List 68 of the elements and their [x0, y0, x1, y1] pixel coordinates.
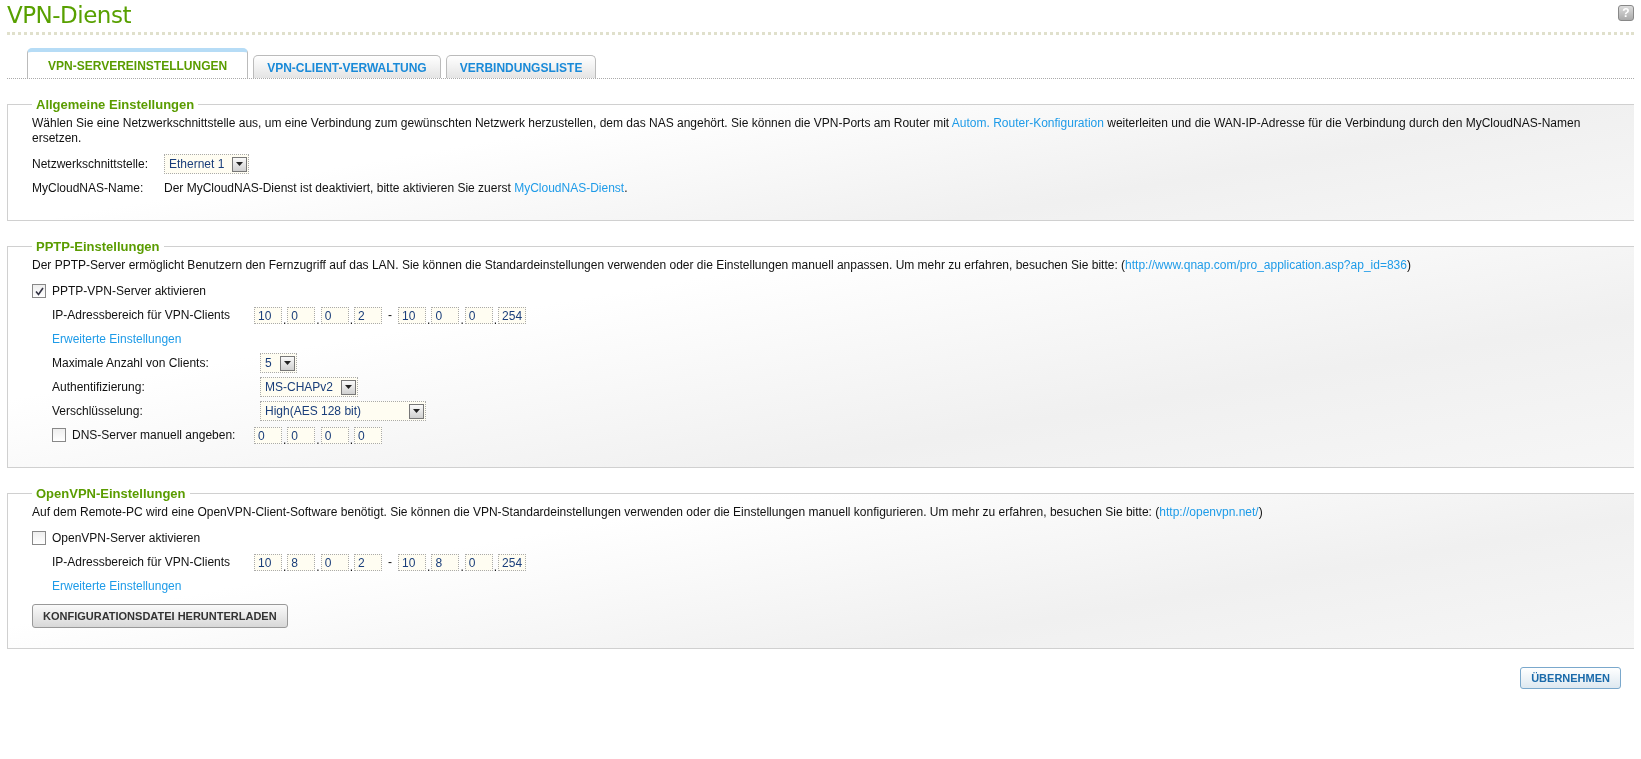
field-label: IP-Adressbereich für VPN-Clients	[52, 308, 232, 322]
section-title: Allgemeine Einstellungen	[35, 97, 196, 112]
checkbox-label: OpenVPN-Server aktivieren	[52, 531, 201, 545]
description: Der PPTP-Server ermöglicht Benutzern den Fernzugriff auf das LAN. Sie können die Standardeinstellungen verwenden oder die Einstellungen manuell anpassen. Um mehr zu erfahren, besuchen Sie bitte: (http://www.qnap.com/pro_application.asp?ap_id=836)	[32, 258, 1412, 273]
checkbox[interactable]	[52, 428, 66, 442]
ip-octet-field[interactable]: 8	[431, 553, 460, 571]
ip-octet-field[interactable]: 10	[254, 553, 282, 571]
description: Auf dem Remote-PC wird eine OpenVPN-Client-Software benötigt. Sie können die VPN-Standardeinstellungen verwenden oder die Einstellungen manuell konfigurieren. Um mehr zu erfahren, besuchen Sie bitte: (http://openvpn.net/)	[32, 505, 1264, 520]
ip-dot: .	[282, 313, 288, 327]
ip-dot: .	[315, 560, 321, 574]
checkbox[interactable]	[32, 531, 46, 545]
ip-dot: .	[282, 433, 288, 447]
ip-octet-field[interactable]: 0	[287, 426, 316, 444]
ip-dot: .	[492, 560, 499, 574]
range-separator: -	[387, 555, 394, 569]
ip-octet-field[interactable]: 0	[320, 426, 349, 444]
ip-octet-field[interactable]: 8	[287, 553, 316, 571]
ip-dot: .	[315, 313, 321, 327]
ip-dot: .	[492, 313, 499, 327]
ip-octet-field[interactable]: 254	[498, 553, 527, 571]
ip-dot: .	[459, 560, 465, 574]
page-title: VPN-Dienst	[7, 2, 131, 28]
ip-octet-field[interactable]: 10	[254, 306, 282, 324]
ip-octet-field[interactable]: 0	[254, 426, 282, 444]
ip-octet-field[interactable]: 2	[354, 553, 383, 571]
dropdown[interactable]: High(AES 128 bit)	[260, 401, 426, 421]
ip-dot: .	[426, 313, 432, 327]
ip-octet-field[interactable]: 0	[464, 553, 493, 571]
checkbox[interactable]	[32, 284, 46, 298]
ip-octet-field[interactable]: 0	[320, 306, 349, 324]
dropdown[interactable]: 5	[260, 353, 297, 373]
field-label: IP-Adressbereich für VPN-Clients	[52, 555, 232, 569]
dropdown[interactable]: Ethernet 1	[164, 154, 250, 174]
apply-button[interactable]: ÜBERNEHMEN	[1520, 667, 1621, 689]
description: Wählen Sie eine Netzwerkschnittstelle aus, um eine Verbindung zum gewünschten Netzwerk herzustellen, dem das NAS angehört. Sie können die VPN-Ports am Router mit Autom. Router-Konfiguration weiterleiten und die WAN-IP-Adresse für die Verbindung durch den MyCloudNAS-Namen ersetzen.	[32, 116, 1582, 146]
ip-octet-field[interactable]: 0	[431, 306, 460, 324]
ip-dot: .	[459, 313, 465, 327]
field-label: Authentifizierung:	[52, 380, 146, 394]
ip-octet-field[interactable]: 0	[464, 306, 493, 324]
dropdown[interactable]: MS-CHAPv2	[260, 377, 358, 397]
ip-dot: .	[348, 433, 355, 447]
field-label: Maximale Anzahl von Clients:	[52, 356, 210, 370]
ip-dot: .	[348, 560, 355, 574]
ip-octet-field[interactable]: 10	[398, 553, 427, 571]
section-title: PPTP-Einstellungen	[35, 239, 161, 254]
caret-icon	[409, 403, 424, 419]
checkbox-label: PPTP-VPN-Server aktivieren	[52, 284, 207, 298]
ip-octet-field[interactable]: 0	[287, 306, 316, 324]
caret-icon	[279, 355, 295, 371]
section-title: OpenVPN-Einstellungen	[35, 486, 187, 501]
field-label: MyCloudNAS-Name:	[32, 181, 145, 195]
range-separator: -	[387, 308, 394, 322]
ip-dot: .	[315, 433, 321, 447]
ip-dot: .	[426, 560, 432, 574]
ip-octet-field[interactable]: 0	[354, 426, 383, 444]
checkbox-label: DNS-Server manuell angeben:	[72, 428, 236, 442]
ip-octet-field[interactable]: 0	[320, 553, 349, 571]
ip-dot: .	[282, 560, 288, 574]
download-button[interactable]: KONFIGURATIONSDATEI HERUNTERLADEN	[32, 604, 288, 628]
field-label: Verschlüsselung:	[52, 404, 144, 418]
caret-icon	[232, 156, 248, 172]
ip-octet-field[interactable]: 2	[354, 306, 383, 324]
field-label: Netzwerkschnittstelle:	[32, 157, 150, 171]
caret-icon	[341, 379, 356, 395]
ip-octet-field[interactable]: 254	[498, 306, 527, 324]
ip-dot: .	[348, 313, 355, 327]
info-text: Der MyCloudNAS-Dienst ist deaktiviert, bitte aktivieren Sie zuerst MyCloudNAS-Dienst.	[164, 181, 628, 195]
ip-octet-field[interactable]: 10	[398, 306, 427, 324]
